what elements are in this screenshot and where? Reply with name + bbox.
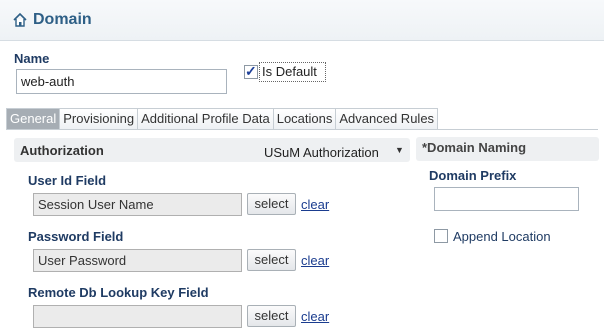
tab-general[interactable]: General	[6, 108, 61, 130]
user-id-field-label: User Id Field	[28, 173, 107, 188]
domain-naming-title: *Domain Naming	[422, 140, 527, 155]
remote-db-lookup-key-field-input[interactable]	[33, 305, 242, 328]
user-id-clear-link[interactable]: clear	[301, 197, 329, 212]
is-default-checkbox[interactable]: ✓	[244, 63, 258, 79]
remote-db-clear-link[interactable]: clear	[301, 309, 329, 324]
remote-db-lookup-key-field-label: Remote Db Lookup Key Field	[28, 285, 209, 300]
tab-locations[interactable]: Locations	[273, 108, 337, 130]
authorization-select[interactable]: USuM Authorization	[264, 145, 379, 160]
user-id-select-button[interactable]: select	[247, 193, 296, 215]
tab-additional-profile-data[interactable]: Additional Profile Data	[138, 108, 274, 130]
page-title: Domain	[33, 11, 92, 28]
tab-divider	[6, 129, 598, 130]
password-field-label: Password Field	[28, 229, 124, 244]
domain-prefix-input[interactable]	[434, 187, 579, 211]
remote-db-select-button[interactable]: select	[247, 305, 296, 327]
is-default-label[interactable]: Is Default	[259, 62, 326, 82]
tab-provisioning[interactable]: Provisioning	[60, 108, 139, 130]
authorization-title: Authorization	[20, 143, 104, 158]
name-input[interactable]	[16, 69, 227, 94]
page-header: Domain	[0, 0, 604, 41]
name-label: Name	[14, 51, 50, 66]
password-select-button[interactable]: select	[247, 249, 296, 271]
append-location-checkbox[interactable]	[434, 229, 448, 243]
password-field-input[interactable]: User Password	[33, 249, 242, 272]
tab-bar: General Provisioning Additional Profile …	[6, 108, 439, 130]
home-icon	[13, 12, 27, 27]
append-location-label[interactable]: Append Location	[453, 229, 551, 244]
tab-advanced-rules[interactable]: Advanced Rules	[336, 108, 439, 130]
user-id-field-input[interactable]: Session User Name	[33, 193, 242, 216]
password-clear-link[interactable]: clear	[301, 253, 329, 268]
dropdown-arrow-icon[interactable]: ▼	[395, 145, 404, 155]
checkmark-icon: ✓	[245, 63, 257, 79]
domain-prefix-label: Domain Prefix	[429, 168, 517, 183]
